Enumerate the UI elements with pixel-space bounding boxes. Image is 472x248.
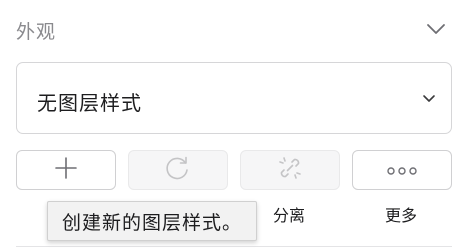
layer-style-select-value: 无图层样式 xyxy=(37,91,142,115)
more-button-label: 更多 xyxy=(385,206,418,225)
chevron-down-icon[interactable] xyxy=(424,19,448,39)
broken-link-icon xyxy=(275,153,305,187)
chevron-down-icon xyxy=(421,91,437,105)
more-button[interactable] xyxy=(352,150,452,190)
ellipsis-icon xyxy=(386,161,418,180)
detach-button-label: 分离 xyxy=(273,206,306,225)
detach-style-button[interactable] xyxy=(240,150,340,190)
create-style-button[interactable] xyxy=(16,150,116,190)
plus-icon xyxy=(54,156,78,184)
layer-style-select[interactable]: 无图层样式 xyxy=(16,62,452,134)
refresh-icon xyxy=(163,154,193,186)
create-style-tooltip: 创建新的图层样式。 xyxy=(47,201,258,241)
refresh-style-button[interactable] xyxy=(128,150,228,190)
section-divider xyxy=(16,246,452,247)
section-title: 外观 xyxy=(16,21,57,43)
